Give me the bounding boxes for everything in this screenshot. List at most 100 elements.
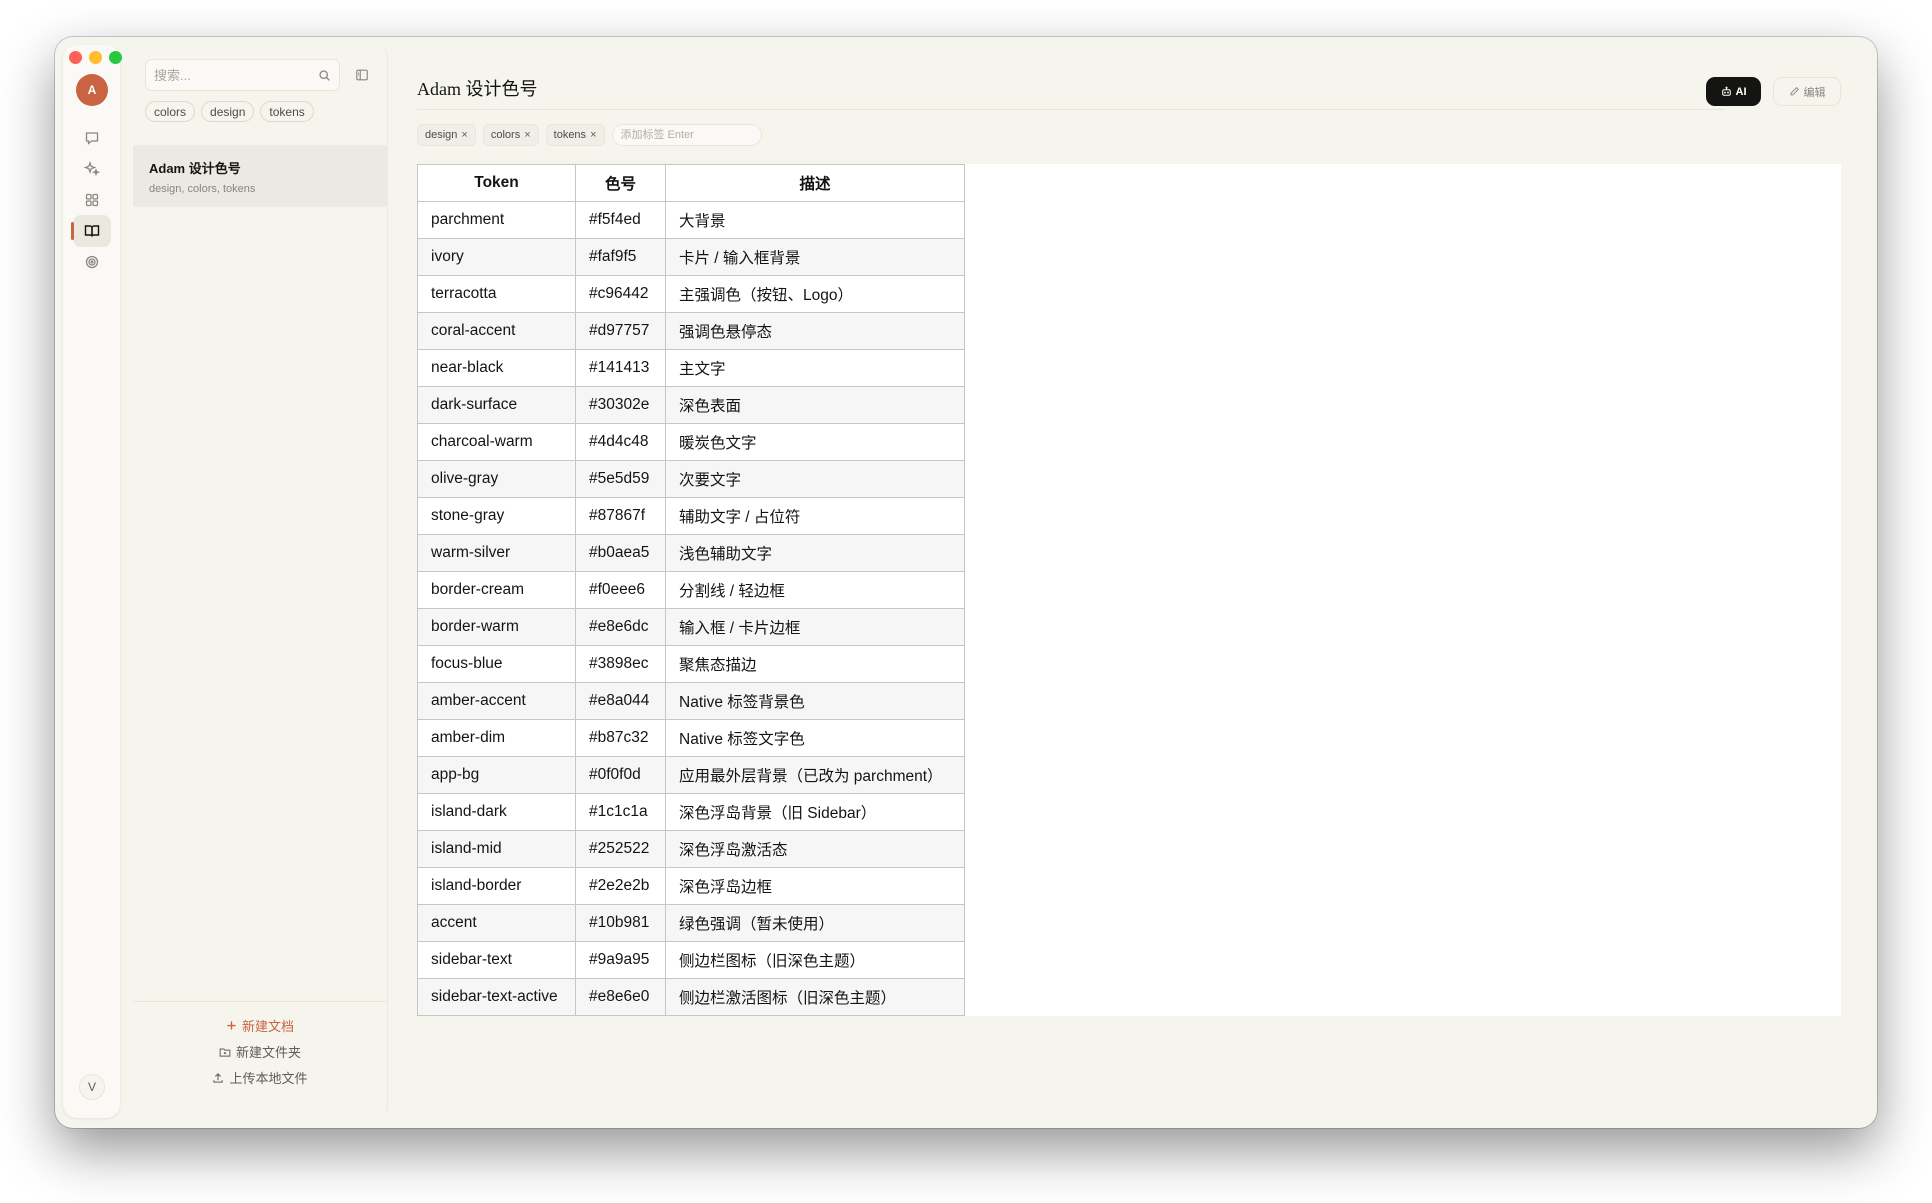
- token-name-cell: stone-gray: [417, 497, 576, 535]
- document-list-item[interactable]: Adam 设计色号 design, colors, tokens: [133, 145, 387, 207]
- user-avatar[interactable]: V: [79, 1074, 105, 1100]
- table-row: border-cream #f0eee6 分割线 / 轻边框: [417, 571, 965, 609]
- table-row: warm-silver #b0aea5 浅色辅助文字: [417, 534, 965, 572]
- token-name-cell: charcoal-warm: [417, 423, 576, 461]
- table-row: island-mid #252522 深色浮岛激活态: [417, 830, 965, 868]
- hex-value-cell: #e8a044: [575, 682, 666, 720]
- close-window-button[interactable]: [69, 51, 82, 64]
- tag-chip-design: design ×: [417, 124, 476, 146]
- filter-tag-colors[interactable]: colors: [145, 101, 196, 122]
- description-cell: 主文字: [665, 349, 965, 387]
- token-name-cell: border-cream: [417, 571, 576, 609]
- description-cell: Native 标签背景色: [665, 682, 965, 720]
- search-icon[interactable]: [318, 69, 331, 82]
- edit-button[interactable]: 编辑: [1773, 77, 1841, 106]
- upload-file-button[interactable]: 上传本地文件: [133, 1068, 387, 1087]
- chat-icon: [85, 132, 99, 145]
- description-cell: 输入框 / 卡片边框: [665, 608, 965, 646]
- table-row: ivory #faf9f5 卡片 / 输入框背景: [417, 238, 965, 276]
- upload-file-label: 上传本地文件: [229, 1071, 308, 1086]
- sparkles-icon: [84, 161, 100, 177]
- table-row: app-bg #0f0f0d 应用最外层背景（已改为 parchment）: [417, 756, 965, 794]
- apps-nav-button[interactable]: [73, 184, 111, 216]
- document-title: Adam 设计色号: [149, 161, 241, 176]
- pencil-icon: [1790, 87, 1799, 96]
- remove-tag-icon[interactable]: ×: [524, 129, 530, 141]
- token-name-cell: sidebar-text: [417, 941, 576, 979]
- avatar[interactable]: A: [76, 74, 108, 106]
- hex-value-cell: #b87c32: [575, 719, 666, 757]
- table-row: terracotta #c96442 主强调色（按钮、Logo）: [417, 275, 965, 313]
- table-row: stone-gray #87867f 辅助文字 / 占位符: [417, 497, 965, 535]
- table-row: near-black #141413 主文字: [417, 349, 965, 387]
- chat-nav-button[interactable]: [73, 122, 111, 154]
- ai-button[interactable]: AI: [1706, 77, 1761, 106]
- description-cell: 深色浮岛边框: [665, 867, 965, 905]
- description-cell: 分割线 / 轻边框: [665, 571, 965, 609]
- ai-nav-button[interactable]: [73, 153, 111, 185]
- tag-chip-colors: colors ×: [482, 124, 539, 146]
- token-name-cell: amber-dim: [417, 719, 576, 757]
- tag-chip-label: tokens: [553, 129, 587, 141]
- tag-chip-tokens: tokens ×: [545, 124, 605, 146]
- zoom-window-button[interactable]: [109, 51, 122, 64]
- table-row: coral-accent #d97757 强调色悬停态: [417, 312, 965, 350]
- description-cell: 卡片 / 输入框背景: [665, 238, 965, 276]
- token-name-cell: ivory: [417, 238, 576, 276]
- description-cell: 大背景: [665, 201, 965, 239]
- table-row: amber-accent #e8a044 Native 标签背景色: [417, 682, 965, 720]
- minimize-window-button[interactable]: [89, 51, 102, 64]
- page-title[interactable]: Adam 设计色号: [417, 75, 538, 101]
- token-name-cell: coral-accent: [417, 312, 576, 350]
- table-row: sidebar-text #9a9a95 侧边栏图标（旧深色主题）: [417, 941, 965, 979]
- insights-nav-button[interactable]: [73, 246, 111, 278]
- tag-chip-label: design: [425, 129, 458, 141]
- main-content: Adam 设计色号 AI 编辑 design × colors × tokens…: [388, 37, 1877, 1128]
- table-body: parchment #f5f4ed 大背景 ivory #faf9f5 卡片 / 输入框背…: [417, 201, 965, 1016]
- hex-value-cell: #c96442: [575, 275, 666, 313]
- table-row: island-border #2e2e2b 深色浮岛边框: [417, 867, 965, 905]
- hex-value-cell: #30302e: [575, 386, 666, 424]
- new-folder-label: 新建文件夹: [235, 1045, 301, 1060]
- table-row: dark-surface #30302e 深色表面: [417, 386, 965, 424]
- table-row: focus-blue #3898ec 聚焦态描边: [417, 645, 965, 683]
- collapse-sidebar-button[interactable]: [351, 64, 373, 86]
- remove-tag-icon[interactable]: ×: [461, 129, 467, 141]
- avatar-initial: A: [87, 83, 97, 97]
- description-cell: 次要文字: [665, 460, 965, 498]
- description-cell: 深色浮岛激活态: [665, 830, 965, 868]
- filter-tag-tokens[interactable]: tokens: [260, 101, 314, 122]
- filter-tag-design[interactable]: design: [201, 101, 255, 122]
- sidebar-toggle-icon: [356, 69, 368, 81]
- folder-plus-icon: [219, 1048, 231, 1057]
- table-row: island-dark #1c1c1a 深色浮岛背景（旧 Sidebar）: [417, 793, 965, 831]
- hex-value-cell: #f5f4ed: [575, 201, 666, 239]
- edit-button-label: 编辑: [1803, 86, 1826, 99]
- column-header-description: 描述: [665, 164, 965, 202]
- token-name-cell: sidebar-text-active: [417, 978, 576, 1016]
- sidebar-actions: 新建文档 新建文件夹 上传本地文件: [133, 1001, 387, 1118]
- hex-value-cell: #1c1c1a: [575, 793, 666, 831]
- document-tag-row: design × colors × tokens ×: [417, 124, 762, 146]
- table-header-row: Token 色号 描述: [417, 164, 965, 202]
- new-folder-button[interactable]: 新建文件夹: [133, 1042, 387, 1061]
- table-row: amber-dim #b87c32 Native 标签文字色: [417, 719, 965, 757]
- search-box: [145, 59, 340, 91]
- description-cell: 浅色辅助文字: [665, 534, 965, 572]
- icon-rail: A V: [63, 45, 120, 1118]
- column-header-token: Token: [417, 164, 576, 202]
- hex-value-cell: #b0aea5: [575, 534, 666, 572]
- docs-nav-button[interactable]: [71, 215, 111, 247]
- remove-tag-icon[interactable]: ×: [590, 129, 596, 141]
- hex-value-cell: #0f0f0d: [575, 756, 666, 794]
- target-icon: [85, 255, 99, 269]
- apps-grid-icon: [85, 193, 99, 207]
- search-input[interactable]: [154, 67, 318, 83]
- token-name-cell: border-warm: [417, 608, 576, 646]
- table-row: sidebar-text-active #e8e6e0 侧边栏激活图标（旧深色主题）: [417, 978, 965, 1016]
- filter-tags: colors design tokens: [145, 101, 314, 122]
- description-cell: 绿色强调（暂未使用）: [665, 904, 965, 942]
- new-document-label: 新建文档: [241, 1019, 294, 1034]
- new-document-button[interactable]: 新建文档: [133, 1016, 387, 1035]
- add-tag-input[interactable]: [611, 124, 762, 146]
